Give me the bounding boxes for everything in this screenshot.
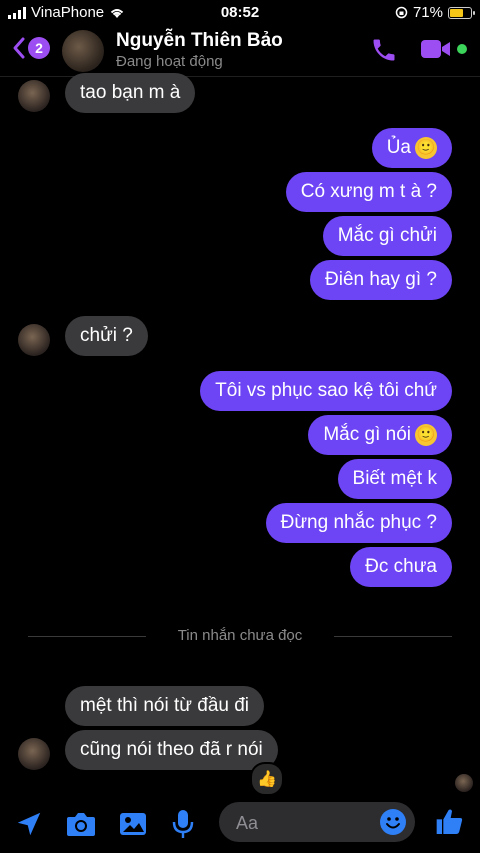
message-bubble-outgoing[interactable]: Tôi vs phục sao kệ tôi chứ <box>200 371 452 411</box>
back-button[interactable]: 2 <box>12 36 50 60</box>
thumbs-up-reaction[interactable]: 👍 <box>250 762 284 796</box>
send-location-icon[interactable] <box>14 809 44 839</box>
battery-percent: 71% <box>412 4 443 21</box>
message-bubble-outgoing[interactable]: Ủa 🙂 <box>371 128 452 168</box>
contact-avatar[interactable] <box>62 30 104 72</box>
contact-status: Đang hoạt động <box>116 53 223 70</box>
message-bubble-incoming[interactable]: mệt thì nói từ đầu đi <box>65 686 265 726</box>
phone-icon[interactable] <box>370 36 398 64</box>
video-call-icon[interactable] <box>420 37 452 61</box>
sender-avatar[interactable] <box>18 738 50 770</box>
unread-divider-label: Tin nhắn chưa đọc <box>177 627 303 644</box>
smiley-emoji-icon: 🙂 <box>415 136 437 159</box>
message-bubble-outgoing[interactable]: Biết mệt k <box>337 459 452 499</box>
composer-bar: Aa <box>0 800 480 853</box>
message-bubble-incoming[interactable]: cũng nói theo đã r nói <box>65 730 278 770</box>
message-bubble-incoming[interactable]: chửi ? <box>65 316 148 356</box>
contact-name[interactable]: Nguyễn Thiên Bảo <box>116 30 283 52</box>
message-bubble-outgoing[interactable]: Điên hay gì ? <box>310 260 452 300</box>
chevron-left-icon <box>13 37 25 59</box>
camera-icon[interactable] <box>65 810 97 838</box>
orientation-lock-icon <box>395 6 408 19</box>
message-text: Mắc gì nói <box>323 424 411 445</box>
emoji-icon[interactable] <box>379 808 407 836</box>
message-bubble-outgoing[interactable]: Đc chưa <box>350 547 452 587</box>
message-bubble-incoming[interactable]: tao bạn m à <box>65 73 196 113</box>
message-text: Ủa <box>386 137 411 158</box>
unread-count-badge: 2 <box>28 37 50 59</box>
message-bubble-outgoing[interactable]: Có xưng m t à ? <box>285 172 452 212</box>
sender-avatar[interactable] <box>18 80 50 112</box>
chat-header: 2 Nguyễn Thiên Bảo Đang hoạt động <box>0 24 480 77</box>
message-input[interactable]: Aa <box>219 802 415 842</box>
online-indicator <box>457 44 467 54</box>
sender-avatar[interactable] <box>18 324 50 356</box>
battery-icon <box>448 6 475 19</box>
message-bubble-outgoing[interactable]: Mắc gì chửi <box>322 216 452 256</box>
status-bar: VinaPhone 08:52 71% <box>0 0 480 24</box>
photo-gallery-icon[interactable] <box>118 810 148 838</box>
microphone-icon[interactable] <box>171 808 195 840</box>
smiley-emoji-icon: 🙂 <box>415 423 437 446</box>
message-bubble-outgoing[interactable]: Mắc gì nói 🙂 <box>308 415 452 455</box>
seen-avatar <box>455 774 473 792</box>
thumbs-up-icon[interactable] <box>434 806 466 838</box>
message-input-placeholder: Aa <box>236 813 259 833</box>
message-bubble-outgoing[interactable]: Đừng nhắc phục ? <box>265 503 452 543</box>
